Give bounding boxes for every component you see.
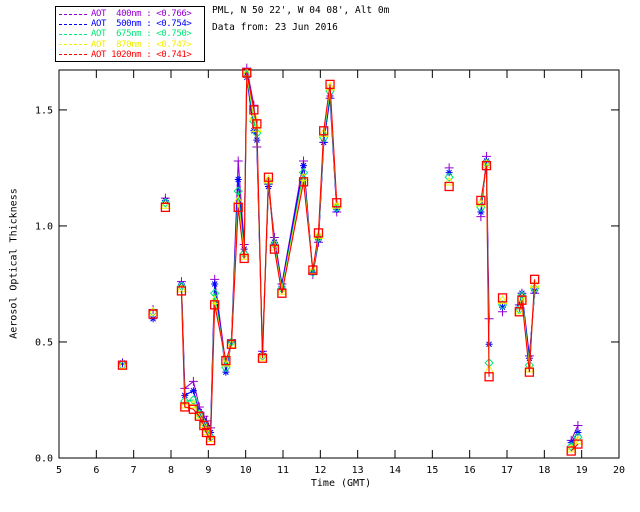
- chart-svg: 5 6 7 8 9 10 11 12 13 14 15 16 17 18 19 20 0.0 0.5 1.0 1.5: [35, 63, 625, 476]
- series-400nm: [117, 63, 583, 445]
- plot-frame: 5 6 7 8 9 10 11 12 13 14 15 16 17 18 19 20 0.0 0.5 1.0 1.5: [35, 69, 625, 476]
- x-tick-label-7: 7: [131, 465, 137, 476]
- legend-label-870nm: AOT 870nm : <0.747>: [91, 39, 192, 50]
- y-tick-label-0.0: 0.0: [35, 454, 53, 465]
- legend-label-500nm: AOT 500nm : <0.754>: [91, 19, 192, 30]
- y-tick-label-0.5: 0.5: [35, 337, 53, 348]
- legend-line-sample-400nm: [59, 13, 87, 15]
- x-tick-label-18: 18: [538, 465, 550, 476]
- x-tick-label-13: 13: [352, 465, 364, 476]
- series-1020nm: [117, 68, 583, 456]
- legend-line-sample-500nm: [59, 23, 87, 25]
- y-tick-label-1.0: 1.0: [35, 221, 53, 232]
- legend-entry-400nm: AOT 400nm : <0.766>: [59, 9, 204, 19]
- x-tick-label-14: 14: [389, 465, 401, 476]
- legend-entry-500nm: AOT 500nm : <0.754>: [59, 19, 204, 29]
- legend-entry-1020nm: AOT 1020nm : <0.741>: [59, 50, 204, 60]
- y-tick-label-1.5: 1.5: [35, 105, 53, 116]
- legend-label-675nm: AOT 675nm : <0.750>: [91, 29, 192, 40]
- series-870nm: [117, 67, 584, 453]
- x-tick-label-8: 8: [168, 465, 174, 476]
- x-tick-label-10: 10: [240, 465, 252, 476]
- x-tick-label-12: 12: [314, 465, 326, 476]
- legend-line-sample-1020nm: [59, 54, 87, 56]
- legend-line-sample-675nm: [59, 33, 87, 35]
- legend-line-sample-870nm: [59, 44, 87, 46]
- x-tick-label-9: 9: [205, 465, 211, 476]
- legend-entry-870nm: AOT 870nm : <0.747>: [59, 40, 204, 50]
- x-tick-label-16: 16: [464, 465, 476, 476]
- series-500nm: [118, 73, 582, 447]
- x-tick-label-19: 19: [576, 465, 588, 476]
- y-axis-title: Aerosol Optical Thickness: [8, 188, 20, 339]
- legend-entry-675nm: AOT 675nm : <0.750>: [59, 29, 204, 39]
- x-tick-label-11: 11: [277, 465, 289, 476]
- aot-plot-screen: 5 6 7 8 9 10 11 12 13 14 15 16 17 18 19 20 0.0 0.5 1.0 1.5 …: [0, 0, 640, 512]
- date-header: Data from: 23 Jun 2016: [212, 22, 338, 33]
- station-header: PML, N 50 22', W 04 08', Alt 0m: [212, 5, 390, 16]
- x-tick-label-6: 6: [93, 465, 99, 476]
- x-tick-label-20: 20: [613, 465, 625, 476]
- legend: AOT 400nm : <0.766> AOT 500nm : <0.754> AO…: [55, 6, 205, 62]
- x-tick-label-17: 17: [501, 465, 513, 476]
- legend-label-400nm: AOT 400nm : <0.766>: [91, 9, 192, 19]
- x-tick-label-15: 15: [426, 465, 438, 476]
- legend-label-1020nm: AOT 1020nm : <0.741>: [91, 49, 192, 60]
- x-axis-title: Time (GMT): [310, 478, 372, 489]
- x-tick-label-5: 5: [56, 465, 62, 476]
